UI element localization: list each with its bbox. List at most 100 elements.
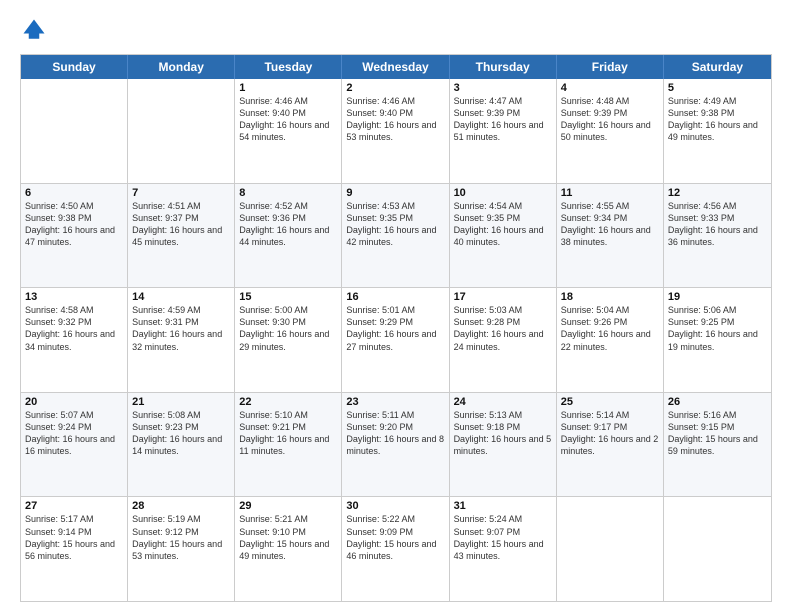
day-number: 11 xyxy=(561,187,659,199)
day-info: Sunrise: 5:19 AM Sunset: 9:12 PM Dayligh… xyxy=(132,513,230,562)
day-number: 29 xyxy=(239,500,337,512)
day-info: Sunrise: 4:46 AM Sunset: 9:40 PM Dayligh… xyxy=(346,95,444,144)
day-number: 14 xyxy=(132,291,230,303)
day-number: 3 xyxy=(454,82,552,94)
day-info: Sunrise: 5:10 AM Sunset: 9:21 PM Dayligh… xyxy=(239,409,337,458)
day-number: 25 xyxy=(561,396,659,408)
calendar-empty-cell xyxy=(128,79,235,183)
header xyxy=(20,16,772,44)
calendar-day-cell: 22Sunrise: 5:10 AM Sunset: 9:21 PM Dayli… xyxy=(235,393,342,497)
calendar-day-cell: 30Sunrise: 5:22 AM Sunset: 9:09 PM Dayli… xyxy=(342,497,449,601)
day-number: 26 xyxy=(668,396,767,408)
day-info: Sunrise: 4:52 AM Sunset: 9:36 PM Dayligh… xyxy=(239,200,337,249)
calendar-day-cell: 26Sunrise: 5:16 AM Sunset: 9:15 PM Dayli… xyxy=(664,393,771,497)
day-number: 9 xyxy=(346,187,444,199)
calendar-day-cell: 14Sunrise: 4:59 AM Sunset: 9:31 PM Dayli… xyxy=(128,288,235,392)
header-day: Sunday xyxy=(21,55,128,79)
header-day: Monday xyxy=(128,55,235,79)
calendar-day-cell: 21Sunrise: 5:08 AM Sunset: 9:23 PM Dayli… xyxy=(128,393,235,497)
logo xyxy=(20,16,52,44)
day-number: 5 xyxy=(668,82,767,94)
calendar-row: 20Sunrise: 5:07 AM Sunset: 9:24 PM Dayli… xyxy=(21,393,771,498)
calendar-empty-cell xyxy=(664,497,771,601)
day-info: Sunrise: 5:17 AM Sunset: 9:14 PM Dayligh… xyxy=(25,513,123,562)
calendar-day-cell: 15Sunrise: 5:00 AM Sunset: 9:30 PM Dayli… xyxy=(235,288,342,392)
day-info: Sunrise: 4:55 AM Sunset: 9:34 PM Dayligh… xyxy=(561,200,659,249)
calendar-row: 1Sunrise: 4:46 AM Sunset: 9:40 PM Daylig… xyxy=(21,79,771,184)
day-number: 12 xyxy=(668,187,767,199)
calendar-day-cell: 5Sunrise: 4:49 AM Sunset: 9:38 PM Daylig… xyxy=(664,79,771,183)
calendar-day-cell: 19Sunrise: 5:06 AM Sunset: 9:25 PM Dayli… xyxy=(664,288,771,392)
day-number: 6 xyxy=(25,187,123,199)
day-number: 18 xyxy=(561,291,659,303)
day-info: Sunrise: 4:51 AM Sunset: 9:37 PM Dayligh… xyxy=(132,200,230,249)
day-info: Sunrise: 4:58 AM Sunset: 9:32 PM Dayligh… xyxy=(25,304,123,353)
day-number: 16 xyxy=(346,291,444,303)
calendar-row: 6Sunrise: 4:50 AM Sunset: 9:38 PM Daylig… xyxy=(21,184,771,289)
calendar-day-cell: 18Sunrise: 5:04 AM Sunset: 9:26 PM Dayli… xyxy=(557,288,664,392)
day-number: 1 xyxy=(239,82,337,94)
day-info: Sunrise: 4:54 AM Sunset: 9:35 PM Dayligh… xyxy=(454,200,552,249)
day-number: 22 xyxy=(239,396,337,408)
day-info: Sunrise: 4:56 AM Sunset: 9:33 PM Dayligh… xyxy=(668,200,767,249)
day-number: 30 xyxy=(346,500,444,512)
day-number: 27 xyxy=(25,500,123,512)
day-number: 17 xyxy=(454,291,552,303)
day-info: Sunrise: 5:16 AM Sunset: 9:15 PM Dayligh… xyxy=(668,409,767,458)
calendar-day-cell: 25Sunrise: 5:14 AM Sunset: 9:17 PM Dayli… xyxy=(557,393,664,497)
calendar-day-cell: 17Sunrise: 5:03 AM Sunset: 9:28 PM Dayli… xyxy=(450,288,557,392)
calendar-day-cell: 9Sunrise: 4:53 AM Sunset: 9:35 PM Daylig… xyxy=(342,184,449,288)
calendar-empty-cell xyxy=(21,79,128,183)
day-number: 28 xyxy=(132,500,230,512)
day-info: Sunrise: 5:24 AM Sunset: 9:07 PM Dayligh… xyxy=(454,513,552,562)
day-info: Sunrise: 4:47 AM Sunset: 9:39 PM Dayligh… xyxy=(454,95,552,144)
calendar-day-cell: 7Sunrise: 4:51 AM Sunset: 9:37 PM Daylig… xyxy=(128,184,235,288)
calendar-day-cell: 12Sunrise: 4:56 AM Sunset: 9:33 PM Dayli… xyxy=(664,184,771,288)
calendar-day-cell: 1Sunrise: 4:46 AM Sunset: 9:40 PM Daylig… xyxy=(235,79,342,183)
header-day: Thursday xyxy=(450,55,557,79)
calendar-day-cell: 29Sunrise: 5:21 AM Sunset: 9:10 PM Dayli… xyxy=(235,497,342,601)
day-number: 21 xyxy=(132,396,230,408)
header-day: Friday xyxy=(557,55,664,79)
calendar-day-cell: 16Sunrise: 5:01 AM Sunset: 9:29 PM Dayli… xyxy=(342,288,449,392)
calendar-day-cell: 13Sunrise: 4:58 AM Sunset: 9:32 PM Dayli… xyxy=(21,288,128,392)
day-info: Sunrise: 4:46 AM Sunset: 9:40 PM Dayligh… xyxy=(239,95,337,144)
day-info: Sunrise: 4:49 AM Sunset: 9:38 PM Dayligh… xyxy=(668,95,767,144)
day-number: 19 xyxy=(668,291,767,303)
calendar-day-cell: 2Sunrise: 4:46 AM Sunset: 9:40 PM Daylig… xyxy=(342,79,449,183)
calendar-row: 27Sunrise: 5:17 AM Sunset: 9:14 PM Dayli… xyxy=(21,497,771,601)
day-info: Sunrise: 5:14 AM Sunset: 9:17 PM Dayligh… xyxy=(561,409,659,458)
day-info: Sunrise: 4:50 AM Sunset: 9:38 PM Dayligh… xyxy=(25,200,123,249)
page: SundayMondayTuesdayWednesdayThursdayFrid… xyxy=(0,0,792,612)
calendar: SundayMondayTuesdayWednesdayThursdayFrid… xyxy=(20,54,772,602)
day-info: Sunrise: 5:06 AM Sunset: 9:25 PM Dayligh… xyxy=(668,304,767,353)
calendar-day-cell: 28Sunrise: 5:19 AM Sunset: 9:12 PM Dayli… xyxy=(128,497,235,601)
day-info: Sunrise: 5:03 AM Sunset: 9:28 PM Dayligh… xyxy=(454,304,552,353)
calendar-day-cell: 10Sunrise: 4:54 AM Sunset: 9:35 PM Dayli… xyxy=(450,184,557,288)
day-info: Sunrise: 4:53 AM Sunset: 9:35 PM Dayligh… xyxy=(346,200,444,249)
day-number: 13 xyxy=(25,291,123,303)
day-number: 24 xyxy=(454,396,552,408)
header-day: Saturday xyxy=(664,55,771,79)
day-info: Sunrise: 5:13 AM Sunset: 9:18 PM Dayligh… xyxy=(454,409,552,458)
header-day: Wednesday xyxy=(342,55,449,79)
day-number: 4 xyxy=(561,82,659,94)
calendar-body: 1Sunrise: 4:46 AM Sunset: 9:40 PM Daylig… xyxy=(21,79,771,601)
day-number: 31 xyxy=(454,500,552,512)
day-number: 23 xyxy=(346,396,444,408)
day-info: Sunrise: 5:11 AM Sunset: 9:20 PM Dayligh… xyxy=(346,409,444,458)
day-info: Sunrise: 5:01 AM Sunset: 9:29 PM Dayligh… xyxy=(346,304,444,353)
day-info: Sunrise: 5:08 AM Sunset: 9:23 PM Dayligh… xyxy=(132,409,230,458)
calendar-day-cell: 6Sunrise: 4:50 AM Sunset: 9:38 PM Daylig… xyxy=(21,184,128,288)
day-info: Sunrise: 5:21 AM Sunset: 9:10 PM Dayligh… xyxy=(239,513,337,562)
day-info: Sunrise: 5:04 AM Sunset: 9:26 PM Dayligh… xyxy=(561,304,659,353)
calendar-day-cell: 3Sunrise: 4:47 AM Sunset: 9:39 PM Daylig… xyxy=(450,79,557,183)
calendar-day-cell: 31Sunrise: 5:24 AM Sunset: 9:07 PM Dayli… xyxy=(450,497,557,601)
day-number: 8 xyxy=(239,187,337,199)
calendar-empty-cell xyxy=(557,497,664,601)
calendar-day-cell: 24Sunrise: 5:13 AM Sunset: 9:18 PM Dayli… xyxy=(450,393,557,497)
day-number: 2 xyxy=(346,82,444,94)
day-info: Sunrise: 5:07 AM Sunset: 9:24 PM Dayligh… xyxy=(25,409,123,458)
calendar-day-cell: 11Sunrise: 4:55 AM Sunset: 9:34 PM Dayli… xyxy=(557,184,664,288)
calendar-day-cell: 27Sunrise: 5:17 AM Sunset: 9:14 PM Dayli… xyxy=(21,497,128,601)
